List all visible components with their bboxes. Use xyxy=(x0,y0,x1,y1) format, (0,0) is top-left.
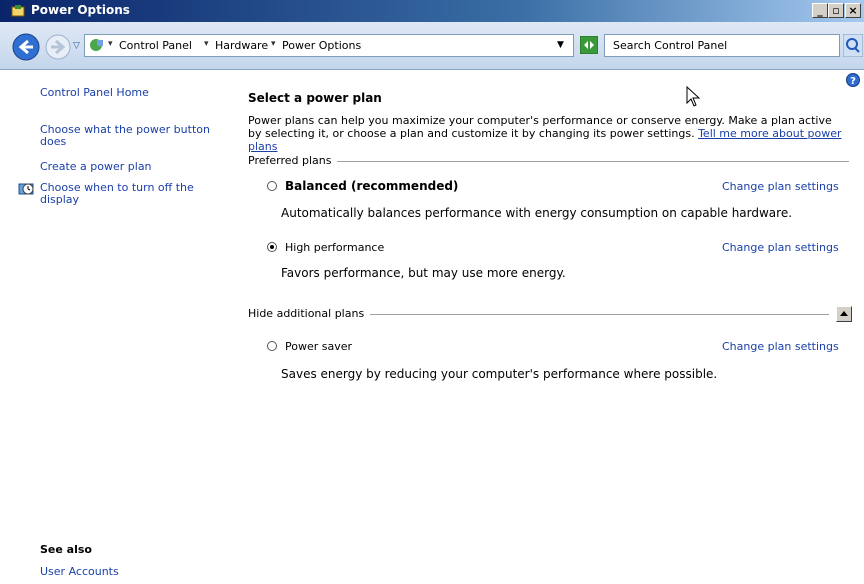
forward-arrow-icon[interactable] xyxy=(44,33,72,61)
breadcrumb-hardware[interactable]: Hardware xyxy=(215,39,268,52)
radio-power-saver[interactable] xyxy=(267,341,277,351)
control-panel-home-link[interactable]: Control Panel Home xyxy=(40,87,149,99)
plan-name-power-saver[interactable]: Power saver xyxy=(285,340,352,353)
see-also-heading: See also xyxy=(40,543,92,556)
search-placeholder: Search Control Panel xyxy=(613,39,728,52)
plan-desc-balanced: Automatically balances performance with … xyxy=(281,206,793,220)
preferred-plans-label: Preferred plans xyxy=(248,154,338,167)
crumb-separator[interactable]: ▾ xyxy=(204,39,209,49)
change-plan-settings-high-performance[interactable]: Change plan settings xyxy=(722,241,839,254)
back-arrow-icon[interactable] xyxy=(12,33,40,61)
change-plan-settings-power-saver[interactable]: Change plan settings xyxy=(722,340,839,353)
hide-additional-plans-label[interactable]: Hide additional plans xyxy=(248,307,371,320)
address-dropdown-icon[interactable]: ▼ xyxy=(557,40,564,50)
search-icon[interactable] xyxy=(843,34,863,57)
radio-balanced[interactable] xyxy=(267,181,277,191)
plan-desc-high-performance: Favors performance, but may use more ene… xyxy=(281,266,566,280)
collapse-arrow-icon xyxy=(840,311,848,316)
user-accounts-link[interactable]: User Accounts xyxy=(40,565,119,578)
page-description: Power plans can help you maximize your c… xyxy=(248,114,848,153)
divider xyxy=(367,314,829,315)
svg-text:?: ? xyxy=(850,76,856,87)
window-title: Power Options xyxy=(31,3,130,17)
choose-power-button-link[interactable]: Choose what the power button does xyxy=(40,124,210,148)
maximize-button[interactable]: ▫ xyxy=(828,3,844,18)
refresh-icon[interactable] xyxy=(580,36,598,54)
control-panel-icon xyxy=(90,39,103,51)
collapse-button[interactable] xyxy=(836,306,852,322)
title-bar: Power Options _ ▫ × xyxy=(0,0,864,22)
left-pane: Control Panel Home Choose what the power… xyxy=(0,70,220,584)
monitor-clock-icon xyxy=(18,183,34,195)
recent-pages-icon[interactable]: ▽ xyxy=(73,41,80,51)
change-plan-settings-balanced[interactable]: Change plan settings xyxy=(722,180,839,193)
help-icon[interactable]: ? xyxy=(846,73,860,87)
breadcrumb-control-panel[interactable]: Control Panel xyxy=(119,39,192,52)
minimize-button[interactable]: _ xyxy=(812,3,828,18)
breadcrumb-power-options[interactable]: Power Options xyxy=(282,39,361,52)
address-toolbar: ▽ ▾ Control Panel ▾ Hardware ▾ Power Opt… xyxy=(0,22,864,70)
divider xyxy=(335,161,849,162)
page-title: Select a power plan xyxy=(248,91,382,105)
turn-off-display-link[interactable]: Choose when to turn off the display xyxy=(40,182,200,206)
mouse-cursor-icon xyxy=(686,86,701,107)
power-options-icon xyxy=(11,5,25,17)
plan-name-balanced[interactable]: Balanced (recommended) xyxy=(285,179,458,193)
crumb-separator[interactable]: ▾ xyxy=(271,39,276,49)
create-power-plan-link[interactable]: Create a power plan xyxy=(40,161,152,173)
search-input[interactable]: Search Control Panel xyxy=(604,34,840,57)
plan-name-high-performance[interactable]: High performance xyxy=(285,241,384,254)
address-box[interactable]: ▾ Control Panel ▾ Hardware ▾ Power Optio… xyxy=(84,34,574,57)
close-button[interactable]: × xyxy=(845,3,861,18)
crumb-separator[interactable]: ▾ xyxy=(108,39,113,49)
plan-desc-power-saver: Saves energy by reducing your computer's… xyxy=(281,367,718,381)
radio-high-performance[interactable] xyxy=(267,242,277,252)
